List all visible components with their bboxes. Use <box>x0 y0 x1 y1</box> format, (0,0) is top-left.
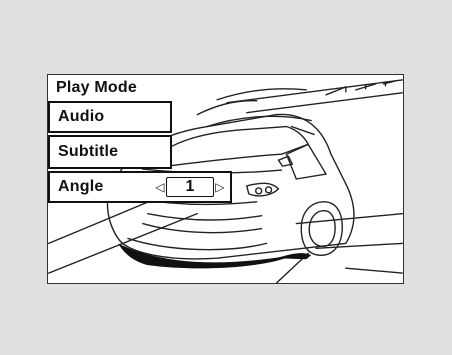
angle-value: 1 <box>166 177 214 197</box>
menu-item-angle[interactable]: Angle ◁ 1 ▷ <box>48 171 232 203</box>
menu-item-label: Angle <box>58 178 104 195</box>
menu-item-subtitle[interactable]: Subtitle <box>48 135 172 169</box>
angle-stepper[interactable]: ◁ 1 ▷ <box>154 175 226 199</box>
menu-title: Play Mode <box>48 75 172 101</box>
menu-item-label: Subtitle <box>58 143 119 160</box>
menu-item-audio[interactable]: Audio <box>48 101 172 133</box>
arrow-left-icon[interactable]: ◁ <box>154 178 166 196</box>
display-screen: Play Mode Audio Subtitle Angle ◁ 1 ▷ <box>47 74 404 284</box>
menu-item-label: Audio <box>58 108 105 125</box>
arrow-right-icon[interactable]: ▷ <box>214 178 226 196</box>
